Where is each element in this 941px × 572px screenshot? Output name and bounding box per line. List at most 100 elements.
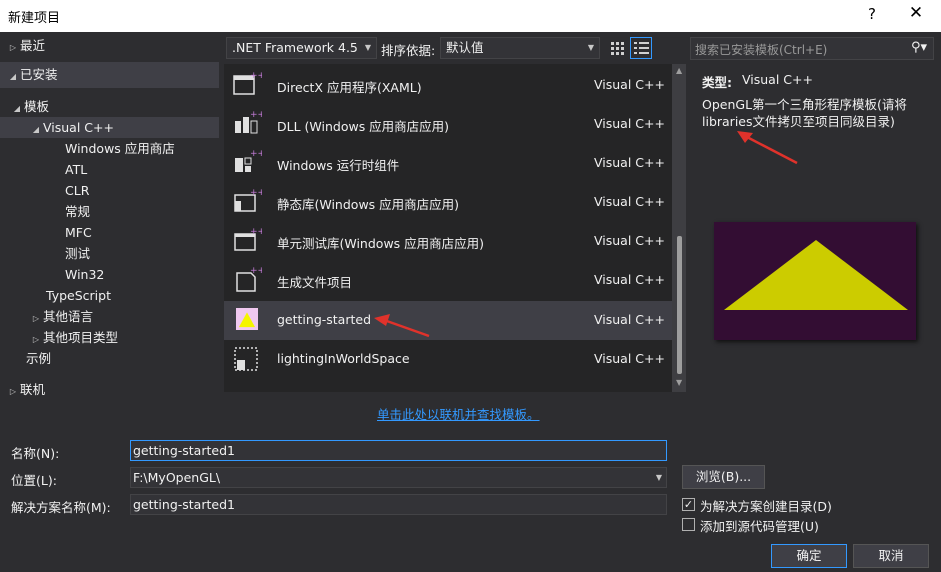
tree-item-other-languages[interactable]: ▷ 其他语言	[29, 306, 93, 327]
create-directory-checkbox[interactable]: ✓	[682, 498, 695, 511]
type-value: Visual C++	[742, 72, 813, 87]
template-item[interactable]: ++ Windows 运行时组件 Visual C++	[224, 144, 672, 183]
search-placeholder: 搜索已安装模板(Ctrl+E)	[695, 43, 828, 57]
template-name: 静态库(Windows 应用商店应用)	[277, 197, 460, 212]
template-language: Visual C++	[594, 155, 665, 170]
template-item[interactable]: ++ 静态库(Windows 应用商店应用) Visual C++	[224, 183, 672, 222]
template-name: lightingInWorldSpace	[277, 351, 410, 366]
source-control-label: 添加到源代码管理(U)	[700, 519, 819, 534]
annotation-arrow-icon	[374, 314, 430, 338]
tree-item-win32[interactable]: Win32	[65, 264, 104, 285]
chevron-right-icon: ▷	[9, 43, 17, 52]
search-icon[interactable]: ⚲▾	[911, 40, 927, 55]
online-templates-link[interactable]: 单击此处以联机并查找模板。	[377, 404, 540, 423]
template-language: Visual C++	[594, 77, 665, 92]
title-bar: 新建项目 ? ✕	[0, 0, 941, 32]
scroll-thumb[interactable]	[677, 236, 682, 374]
solution-name-input[interactable]: getting-started1	[130, 494, 667, 515]
name-label: 名称(N):	[11, 446, 60, 461]
chevron-right-icon: ▷	[9, 387, 17, 396]
solution-name-label: 解决方案名称(M):	[11, 500, 111, 515]
template-name: 生成文件项目	[277, 275, 353, 290]
triangle-thumb-icon	[236, 308, 258, 330]
scroll-up-icon[interactable]: ▲	[676, 66, 682, 75]
svg-text:++: ++	[250, 188, 262, 198]
tree-item-installed[interactable]: ◢ 已安装	[6, 64, 58, 85]
tree-item-windows-store[interactable]: Windows 应用商店	[65, 138, 175, 159]
chevron-down-icon: ▼	[364, 43, 371, 52]
framework-select[interactable]: .NET Framework 4.5 ▼	[226, 37, 377, 59]
chevron-right-icon: ▷	[32, 314, 40, 323]
create-directory-label: 为解决方案创建目录(D)	[700, 499, 832, 514]
tree-item-typescript[interactable]: TypeScript	[46, 285, 111, 306]
tree-item-recent[interactable]: ▷ 最近	[6, 35, 45, 56]
location-input[interactable]: F:\MyOpenGL\ ▼	[130, 467, 667, 488]
svg-text:++: ++	[250, 110, 262, 120]
sort-label: 排序依据:	[381, 43, 436, 58]
template-language: Visual C++	[594, 312, 665, 327]
dll-icon: ++	[235, 110, 262, 134]
grid-icon	[611, 42, 624, 55]
template-item[interactable]: ++ DLL (Windows 应用商店应用) Visual C++	[224, 105, 672, 144]
chevron-right-icon: ▷	[32, 335, 40, 344]
tree-item-samples[interactable]: 示例	[26, 348, 51, 369]
template-language: Visual C++	[594, 272, 665, 287]
template-item[interactable]: ++ 生成文件项目 Visual C++	[224, 261, 672, 300]
template-name: DirectX 应用程序(XAML)	[277, 80, 422, 95]
tree-item-visual-cpp[interactable]: ◢ Visual C++	[29, 117, 114, 138]
location-value: F:\MyOpenGL\	[133, 470, 221, 485]
svg-text:++: ++	[250, 266, 262, 276]
name-input[interactable]: getting-started1	[130, 440, 667, 461]
source-control-checkbox[interactable]	[682, 518, 695, 531]
tree-item-online[interactable]: ▷ 联机	[6, 379, 45, 400]
chevron-down-icon[interactable]: ▼	[656, 468, 662, 487]
scroll-down-icon[interactable]: ▼	[676, 378, 682, 387]
tree-item-atl[interactable]: ATL	[65, 159, 87, 180]
tree-item-mfc[interactable]: MFC	[65, 222, 92, 243]
template-item[interactable]: getting-started Visual C++	[224, 301, 672, 340]
ok-button[interactable]: 确定	[771, 544, 847, 568]
help-button[interactable]: ?	[862, 5, 882, 23]
template-name: 单元测试库(Windows 应用商店应用)	[277, 236, 485, 251]
window-title: 新建项目	[8, 11, 61, 26]
cancel-button[interactable]: 取消	[853, 544, 929, 568]
small-icons-view-button[interactable]	[606, 37, 628, 59]
chevron-down-icon: ◢	[32, 125, 40, 134]
search-box[interactable]: 搜索已安装模板(Ctrl+E) ⚲▾	[690, 37, 934, 60]
chevron-down-icon: ◢	[9, 72, 17, 81]
template-item[interactable]: lightingInWorldSpace Visual C++	[224, 340, 672, 379]
template-list: ++ DirectX 应用程序(XAML) Visual C++ ++ DLL …	[224, 64, 672, 392]
tree-item-label: 最近	[20, 38, 46, 53]
tree-item-label: 其他语言	[43, 309, 94, 324]
template-name: Windows 运行时组件	[277, 158, 400, 173]
framework-value: .NET Framework 4.5	[232, 40, 358, 55]
unit-test-icon: ++	[234, 227, 262, 251]
annotation-arrow-icon	[737, 131, 798, 165]
tree-item-templates[interactable]: ◢ 模板	[10, 96, 49, 117]
template-language: Visual C++	[594, 351, 665, 366]
template-description: OpenGL第一个三角形程序模板(请将libraries文件拷贝至项目同级目录)	[702, 97, 907, 129]
tree-item-label: Visual C++	[43, 120, 114, 135]
template-language: Visual C++	[594, 194, 665, 209]
sort-select[interactable]: 默认值 ▼	[440, 37, 600, 59]
close-button[interactable]: ✕	[904, 3, 928, 23]
tree-item-clr[interactable]: CLR	[65, 180, 89, 201]
tree-item-test[interactable]: 测试	[65, 243, 90, 264]
template-language: Visual C++	[594, 116, 665, 131]
template-tree: ▷ 最近 ◢ 已安装 ◢ 模板 ◢ Visual C++ Windows 应用商店 AT…	[0, 32, 219, 432]
tree-item-label: 其他项目类型	[43, 330, 119, 345]
browse-button[interactable]: 浏览(B)...	[682, 465, 765, 489]
lighting-icon	[234, 347, 258, 371]
template-name: DLL (Windows 应用商店应用)	[277, 119, 450, 134]
template-name: getting-started	[277, 312, 372, 327]
tree-item-other-project-types[interactable]: ▷ 其他项目类型	[29, 327, 118, 348]
type-label: 类型:	[702, 75, 732, 90]
chevron-down-icon: ▼	[587, 43, 594, 52]
template-item[interactable]: ++ DirectX 应用程序(XAML) Visual C++	[224, 66, 672, 105]
tree-item-label: 已安装	[20, 67, 58, 82]
list-view-button[interactable]	[630, 37, 652, 59]
template-preview	[714, 222, 916, 340]
template-item[interactable]: ++ 单元测试库(Windows 应用商店应用) Visual C++	[224, 222, 672, 261]
tree-item-general[interactable]: 常规	[65, 201, 90, 222]
svg-text:++: ++	[250, 227, 262, 237]
